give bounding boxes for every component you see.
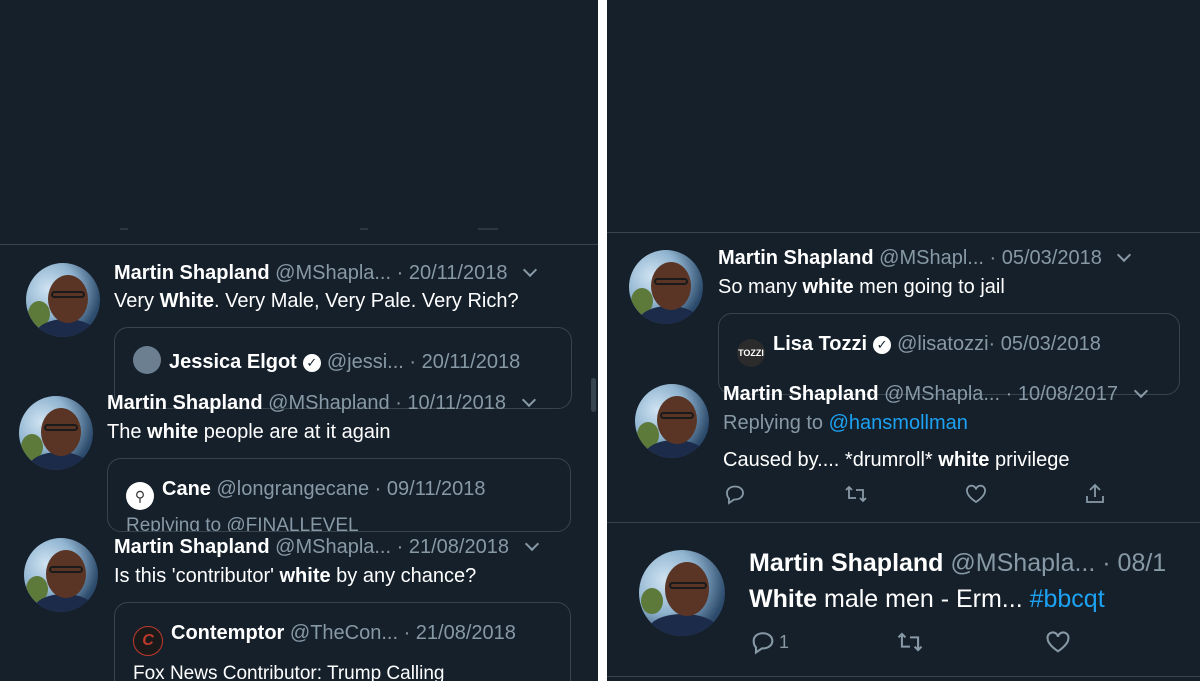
quoted-author-name: Cane (162, 478, 211, 500)
quoted-author-name: Contemptor (171, 622, 285, 644)
quoted-tweet-header: Jessica Elgot ✓ @jessi... · 20/11/2018 (133, 346, 520, 374)
retweet-icon[interactable] (895, 628, 925, 656)
timeline-divider (607, 232, 1200, 233)
avatar[interactable] (635, 384, 709, 458)
tweet-date[interactable]: · 08/1 (1102, 549, 1166, 577)
tweet[interactable]: Martin Shapland @MShapla... · 10/08/2017… (607, 378, 1200, 526)
quoted-tweet-text: Fox News Contributor: Trump Calling (133, 663, 445, 681)
verified-badge-icon: ✓ (873, 336, 892, 354)
tweet[interactable]: Martin Shapland @MShapla... · 08/1 White… (607, 532, 1200, 681)
chevron-down-icon[interactable] (524, 536, 539, 552)
quoted-author-name: Lisa Tozzi (773, 333, 868, 355)
author-handle[interactable]: @MShapla... (275, 536, 391, 558)
faded-action-mark (478, 228, 498, 230)
right-screenshot-panel: Martin Shapland @MShapl... · 05/03/2018 … (607, 0, 1200, 681)
quoted-tweet-header: C Contemptor @TheCon... · 21/08/2018 (133, 621, 516, 656)
timeline-divider (607, 522, 1200, 523)
quoted-author-name: Jessica Elgot (169, 351, 297, 373)
quoted-author-handle: @lisatozzi (897, 333, 989, 355)
quoted-tweet-date: · 05/03/2018 (988, 333, 1101, 355)
scrollbar-thumb[interactable] (591, 378, 596, 412)
tweet-text: White male men - Erm... #bbcqt (749, 585, 1105, 613)
avatar[interactable] (629, 250, 703, 324)
hashtag-link[interactable]: #bbcqt (1030, 585, 1105, 613)
chevron-down-icon[interactable] (1117, 247, 1132, 263)
author-name[interactable]: Martin Shapland (723, 383, 879, 405)
share-icon[interactable] (1083, 482, 1107, 510)
timeline-divider (0, 244, 598, 245)
quoted-tweet-date: · 20/11/2018 (409, 351, 521, 373)
chevron-down-icon[interactable] (522, 262, 538, 278)
tweet-date[interactable]: · 21/08/2018 (397, 536, 509, 558)
tweet-text: Is this 'contributor' white by any chanc… (114, 565, 477, 587)
quoted-tweet[interactable]: C Contemptor @TheCon... · 21/08/2018 Fox … (114, 602, 571, 681)
author-handle[interactable]: @MShapl... (879, 247, 984, 269)
quoted-tweet-date: · 21/08/2018 (403, 622, 516, 644)
quoted-author-handle: @longrangecane (216, 478, 370, 500)
quoted-avatar: C (133, 626, 163, 656)
tweet-header: Martin Shapland @MShapla... · 10/08/2017 (723, 382, 1148, 406)
replying-label: Replying to (723, 412, 824, 434)
tweet-header: Martin Shapland @MShapland · 10/11/2018 (107, 391, 536, 415)
tweet-actions (723, 482, 1123, 510)
chevron-down-icon[interactable] (521, 392, 536, 408)
tweet-text: So many white men going to jail (718, 276, 1005, 298)
author-name[interactable]: Martin Shapland (114, 536, 270, 558)
tweet-date[interactable]: · 05/03/2018 (990, 247, 1102, 269)
avatar[interactable] (24, 538, 98, 612)
replying-handle-link[interactable]: @hansmollman (829, 412, 968, 434)
faded-action-mark (120, 228, 128, 230)
tweet-text: Very White. Very Male, Very Pale. Very R… (114, 290, 519, 312)
avatar[interactable] (639, 550, 725, 636)
author-handle[interactable]: @MShapla... (950, 549, 1095, 577)
author-name[interactable]: Martin Shapland (749, 549, 943, 577)
author-name[interactable]: Martin Shapland (114, 262, 270, 284)
reply-icon[interactable] (723, 482, 747, 510)
timeline-divider (607, 676, 1200, 677)
author-handle[interactable]: @MShapla... (884, 383, 1000, 405)
reply-count: 1 (779, 632, 790, 652)
quoted-author-handle: @jessi... (326, 351, 404, 373)
quoted-avatar (133, 346, 161, 374)
like-icon[interactable] (963, 482, 989, 510)
quoted-tweet-header: ⚲ Cane @longrangecane · 09/11/2018 (126, 477, 486, 510)
quoted-avatar: ⚲ (126, 482, 154, 510)
author-handle[interactable]: @MShapland (268, 392, 389, 414)
avatar[interactable] (19, 396, 93, 470)
tweet[interactable]: Martin Shapland @MShapland · 10/11/2018 … (0, 380, 598, 532)
tweet-text: Caused by.... *drumroll* white privilege (723, 449, 1070, 471)
quoted-tweet-date: · 09/11/2018 (374, 478, 486, 500)
tweet-date[interactable]: · 10/11/2018 (395, 392, 506, 414)
verified-badge-icon: ✓ (302, 354, 321, 372)
faded-action-mark (360, 228, 368, 230)
tweet-date[interactable]: · 20/11/2018 (397, 262, 508, 284)
author-name[interactable]: Martin Shapland (718, 247, 874, 269)
tweet-header: Martin Shapland @MShapla... · 20/11/2018 (114, 261, 538, 285)
tweet-header: Martin Shapland @MShapl... · 05/03/2018 (718, 246, 1132, 270)
tweet-text: The white people are at it again (107, 421, 391, 443)
tweet-header: Martin Shapland @MShapla... · 08/1 (749, 548, 1166, 578)
tweet-actions: 1 (749, 628, 1169, 656)
like-icon[interactable] (1043, 628, 1073, 656)
reply-icon[interactable]: 1 (749, 628, 789, 656)
replying-to: Replying to @hansmollman (723, 411, 968, 435)
left-screenshot-panel: Martin Shapland @MShapla... · 20/11/2018… (0, 0, 598, 681)
author-name[interactable]: Martin Shapland (107, 392, 263, 414)
quoted-author-handle: @TheCon... (289, 622, 399, 644)
quoted-avatar: TOZZI (737, 339, 765, 367)
chevron-down-icon[interactable] (1133, 383, 1148, 399)
tweet[interactable]: Martin Shapland @MShapl... · 05/03/2018 … (607, 240, 1200, 395)
quoted-tweet[interactable]: ⚲ Cane @longrangecane · 09/11/2018 Replyi… (107, 458, 571, 532)
retweet-icon[interactable] (843, 482, 869, 510)
tweet[interactable]: Martin Shapland @MShapla... · 20/11/2018… (0, 255, 598, 409)
author-handle[interactable]: @MShapla... (275, 262, 391, 284)
tweet-date[interactable]: · 10/08/2017 (1006, 383, 1118, 405)
tweet[interactable]: Martin Shapland @MShapla... · 21/08/2018… (0, 528, 598, 681)
tweet-header: Martin Shapland @MShapla... · 21/08/2018 (114, 535, 539, 559)
avatar[interactable] (26, 263, 100, 337)
quoted-tweet-header: TOZZI Lisa Tozzi ✓ @lisatozzi· 05/03/2018 (737, 332, 1101, 367)
